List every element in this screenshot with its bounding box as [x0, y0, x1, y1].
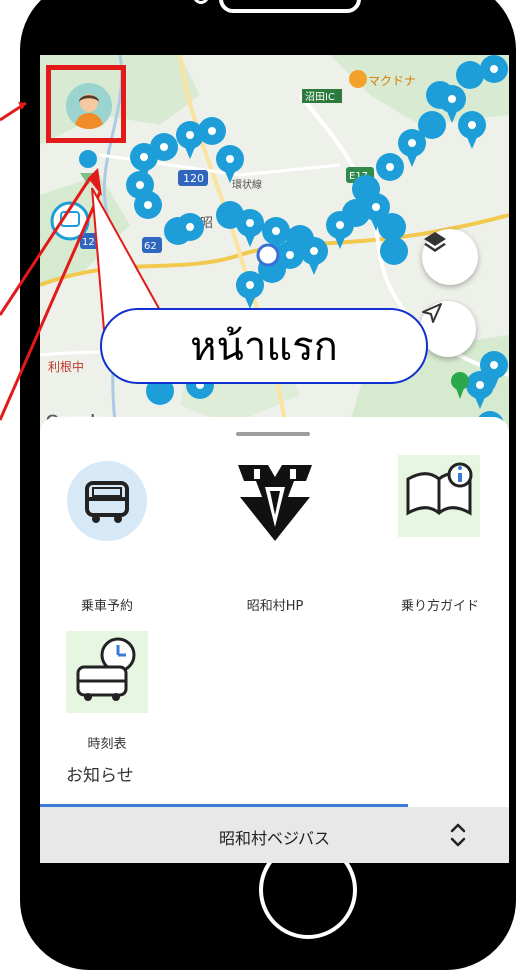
- map-label-route-120a: 120: [183, 172, 204, 185]
- sheet-drag-handle[interactable]: [236, 432, 310, 436]
- menu-tile-village-hp[interactable]: [230, 457, 320, 581]
- menu-label-village-hp: 昭和村HP: [246, 599, 304, 614]
- village-emblem-icon: [238, 465, 312, 541]
- navigation-arrow-icon: [422, 303, 442, 323]
- map-layers-button[interactable]: [422, 229, 478, 285]
- bottom-sheet: 乗車予約 昭和村HP 乗り方ガイド 時刻表 お知らせ: [40, 417, 509, 863]
- avatar-highlight-box: [46, 65, 126, 143]
- map-label-mcdonalds: マクドナ: [368, 74, 416, 88]
- route-name: 昭和村ベジバス: [218, 829, 331, 848]
- menu-label-timetable: 時刻表: [87, 737, 127, 752]
- timetable-bus-icon: [66, 631, 148, 713]
- map-view[interactable]: 沼田IC マクドナ 環状線 120 E17 120 62 269 昭 利根中: [40, 55, 509, 455]
- route-selector-bar[interactable]: 昭和村ベジバス: [40, 807, 509, 863]
- map-label-numata-ic: 沼田IC: [305, 90, 335, 103]
- layers-icon: [424, 232, 446, 252]
- map-label-tone: 利根中: [48, 359, 84, 374]
- menu-label-reservation: 乗車予約: [80, 599, 133, 614]
- map-label-ring-road: 環状線: [232, 178, 262, 191]
- thai-home-callout: หน้าแรก: [100, 308, 428, 384]
- chevron-up-down-icon[interactable]: [446, 817, 470, 853]
- camera-dot: [193, 0, 209, 4]
- callout-text: หน้าแรก: [190, 324, 338, 370]
- menu-tile-ride-guide[interactable]: [398, 455, 480, 579]
- notice-heading[interactable]: お知らせ: [66, 761, 134, 786]
- map-label-route-120b: 120: [82, 237, 101, 248]
- my-location-button[interactable]: [420, 301, 476, 357]
- speaker-slot: [219, 0, 361, 13]
- map-label-route-269: 269: [105, 268, 124, 279]
- app-screen: 沼田IC マクドナ 環状線 120 E17 120 62 269 昭 利根中 乗…: [40, 55, 509, 863]
- bus-icon: [67, 461, 147, 541]
- menu-label-ride-guide: 乗り方ガイド: [400, 599, 479, 614]
- menu-tile-timetable[interactable]: [66, 631, 148, 715]
- menu-tile-reservation[interactable]: [66, 461, 148, 581]
- guide-book-icon: [398, 455, 480, 537]
- map-label-route-62: 62: [144, 241, 157, 252]
